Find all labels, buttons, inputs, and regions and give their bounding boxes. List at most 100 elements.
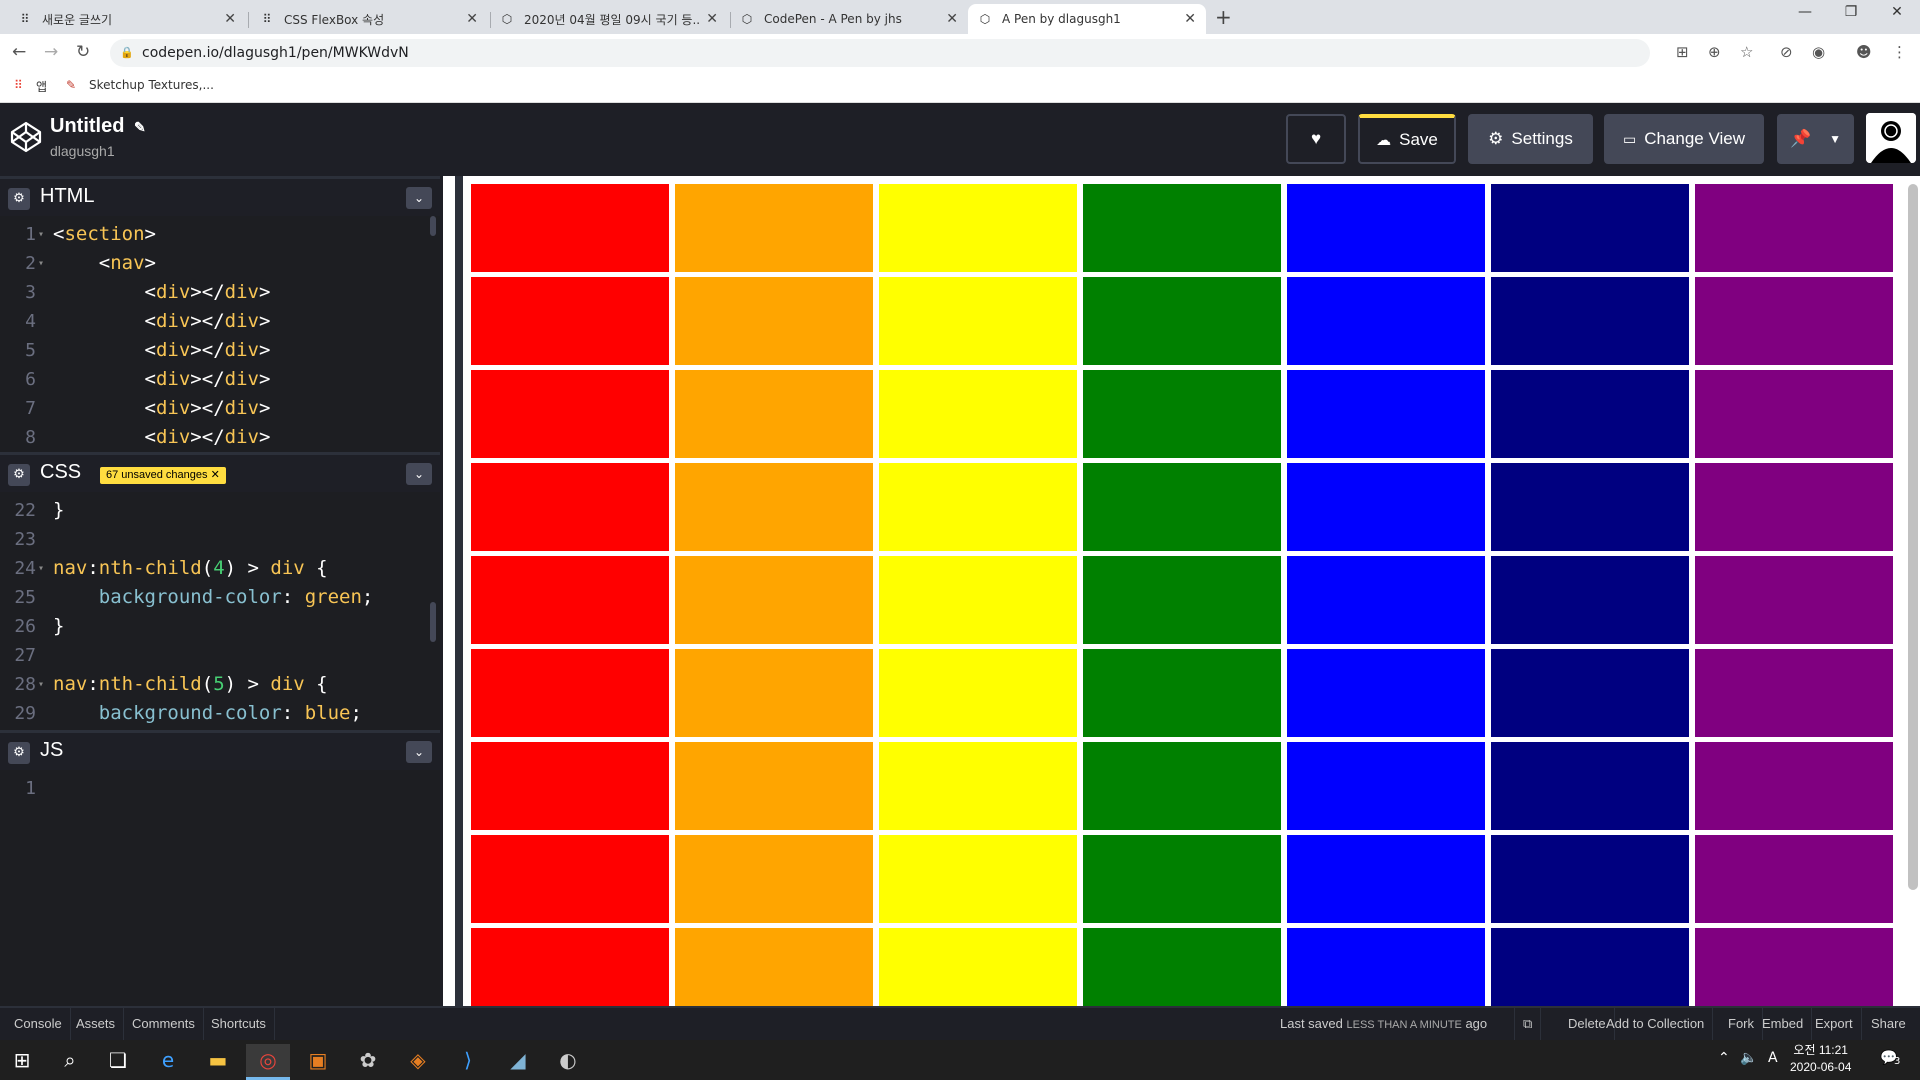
code-line[interactable]: 7 <div></div> <box>0 394 430 423</box>
browser-tab-active[interactable]: ⬡ A Pen by dlagusgh1 ✕ <box>968 4 1206 34</box>
code-line[interactable]: 23 <box>0 525 430 554</box>
forward-icon[interactable]: → <box>44 42 58 62</box>
system-clock[interactable]: 오전 11:21 2020-06-04 <box>1790 1042 1851 1076</box>
close-window-icon[interactable]: ✕ <box>1874 4 1920 20</box>
chrome-icon[interactable]: ◎ <box>246 1044 290 1080</box>
app-icon[interactable]: ▣ <box>296 1044 340 1080</box>
app-icon[interactable]: ◢ <box>496 1044 540 1080</box>
browser-tab[interactable]: ⬡ CodePen - A Pen by jhs ✕ <box>730 4 968 34</box>
windows-start-icon[interactable]: ⊞ <box>0 1044 44 1080</box>
chevron-down-icon[interactable]: ▼ <box>1829 132 1841 146</box>
close-icon[interactable]: ✕ <box>1184 11 1196 27</box>
code-line[interactable]: 27 <box>0 641 430 670</box>
tab-title: 새로운 글쓰기 <box>42 12 113 27</box>
gear-icon[interactable]: ⚙ <box>8 742 30 764</box>
speaker-muted-icon[interactable]: 🔈 <box>1740 1050 1757 1066</box>
app-icon[interactable]: ◐ <box>546 1044 590 1080</box>
browser-tab[interactable]: ⠿ CSS FlexBox 속성 ✕ <box>250 4 488 34</box>
task-view-icon[interactable]: ❏ <box>96 1044 140 1080</box>
pen-author[interactable]: dlagusgh1 <box>50 143 115 159</box>
extension-color-icon[interactable]: ◉ <box>1812 43 1825 61</box>
menu-icon[interactable]: ⋮ <box>1892 43 1907 61</box>
new-tab-button[interactable]: + <box>1215 5 1232 29</box>
save-button[interactable]: ☁ Save <box>1358 114 1456 164</box>
browser-tab[interactable]: ⠿ 새로운 글쓰기 ✕ <box>8 4 246 34</box>
code-line[interactable]: 1 <box>0 774 430 803</box>
fold-arrow-icon[interactable]: ▾ <box>38 220 44 249</box>
preview-pane[interactable] <box>455 176 1920 1006</box>
bookmark-sketchup[interactable]: Sketchup Textures,... <box>89 78 214 92</box>
like-button[interactable]: ♥ <box>1286 114 1346 164</box>
minimize-icon[interactable]: — <box>1782 4 1828 20</box>
preview-scrollbar[interactable] <box>1908 184 1918 890</box>
back-icon[interactable]: ← <box>12 42 26 62</box>
console-button[interactable]: Console <box>6 1008 71 1040</box>
export-button[interactable]: Export <box>1807 1008 1862 1040</box>
code-line[interactable]: 28 ▾ nav:nth-child(5) > div { <box>0 670 430 699</box>
code-line[interactable]: 8 <div></div> <box>0 423 430 452</box>
edge-icon[interactable]: e <box>146 1044 190 1080</box>
zoom-icon[interactable]: ⊕ <box>1708 43 1721 61</box>
comments-button[interactable]: Comments <box>124 1008 204 1040</box>
code-line[interactable]: 1 ▾ <section> <box>0 220 430 249</box>
ime-indicator[interactable]: A <box>1768 1050 1778 1066</box>
close-icon[interactable]: ✕ <box>466 11 478 27</box>
maximize-icon[interactable]: ❐ <box>1828 4 1874 20</box>
profile-icon[interactable]: ☻ <box>1856 43 1872 61</box>
html-editor-code[interactable]: 1 ▾ <section> 2 ▾ <nav> 3 <div></div> 4 <div><… <box>0 216 440 452</box>
pen-title[interactable]: Untitled ✎ <box>50 115 146 138</box>
add-to-collection-button[interactable]: Add to Collection <box>1598 1008 1714 1040</box>
codepen-logo-icon[interactable] <box>10 121 42 153</box>
close-icon[interactable]: ✕ <box>224 11 236 27</box>
browser-tab[interactable]: ⬡ 2020년 04월 평일 09시 국기 등... ✕ <box>490 4 728 34</box>
code-line[interactable]: 26} <box>0 612 430 641</box>
search-icon[interactable]: ⌕ <box>48 1044 92 1080</box>
app-icon[interactable]: ◈ <box>396 1044 440 1080</box>
css-editor-code[interactable]: 22} 23 24 ▾ nav:nth-child(4) > div {25 backg… <box>0 492 440 732</box>
code-line[interactable]: 25 background-color: green; <box>0 583 430 612</box>
code-line[interactable]: 24 ▾ nav:nth-child(4) > div { <box>0 554 430 583</box>
code-line[interactable]: 3 <div></div> <box>0 278 430 307</box>
code-line[interactable]: 29 background-color: blue; <box>0 699 430 728</box>
bookmark-apps[interactable]: 앱 <box>36 78 47 95</box>
file-explorer-icon[interactable]: ▬ <box>196 1044 240 1080</box>
app-icon[interactable]: ✿ <box>346 1044 390 1080</box>
translate-icon[interactable]: ⊞ <box>1676 43 1689 61</box>
code-line[interactable]: 6 <div></div> <box>0 365 430 394</box>
color-box <box>675 556 873 644</box>
settings-button[interactable]: ⚙ Settings <box>1468 114 1593 164</box>
fold-arrow-icon[interactable]: ▾ <box>38 670 44 699</box>
shortcuts-button[interactable]: Shortcuts <box>203 1008 275 1040</box>
gear-icon[interactable]: ⚙ <box>8 188 30 210</box>
code-line[interactable]: 22} <box>0 496 430 525</box>
reload-icon[interactable]: ↻ <box>76 42 90 62</box>
code-line[interactable]: 2 ▾ <nav> <box>0 249 430 278</box>
code-line[interactable]: 4 <div></div> <box>0 307 430 336</box>
js-editor-code[interactable]: 1 <box>0 770 440 1006</box>
chevron-down-icon[interactable]: ⌄ <box>406 741 432 763</box>
extension-icon[interactable]: ⊘ <box>1780 43 1793 61</box>
fold-arrow-icon[interactable]: ▾ <box>38 554 44 583</box>
assets-button[interactable]: Assets <box>68 1008 125 1040</box>
close-icon[interactable]: ✕ <box>706 11 718 27</box>
chevron-down-icon[interactable]: ⌄ <box>406 463 432 485</box>
code-line[interactable]: 5 <div></div> <box>0 336 430 365</box>
share-button[interactable]: Share <box>1863 1008 1914 1040</box>
change-view-button[interactable]: ▭ Change View <box>1604 114 1764 164</box>
open-external-icon[interactable]: ⧉ <box>1514 1008 1542 1040</box>
color-box <box>1491 184 1689 272</box>
gear-icon[interactable]: ⚙ <box>8 464 30 486</box>
close-icon[interactable]: ✕ <box>946 11 958 27</box>
user-avatar[interactable] <box>1866 113 1916 163</box>
star-icon[interactable]: ☆ <box>1740 43 1753 61</box>
apps-icon[interactable]: ⠿ <box>14 78 23 92</box>
chevron-down-icon[interactable]: ⌄ <box>406 187 432 209</box>
chevron-up-icon[interactable]: ⌃ <box>1718 1050 1730 1066</box>
fold-arrow-icon[interactable]: ▾ <box>38 249 44 278</box>
pin-button[interactable]: 📌 ▼ <box>1777 114 1854 164</box>
unsaved-changes-badge[interactable]: 67 unsaved changes ✕ <box>100 467 226 484</box>
embed-button[interactable]: Embed <box>1754 1008 1813 1040</box>
pencil-icon[interactable]: ✎ <box>134 119 146 135</box>
vscode-icon[interactable]: ⟩ <box>446 1044 490 1080</box>
url-bar[interactable]: 🔒 codepen.io/dlagusgh1/pen/MWKWdvN <box>110 39 1650 67</box>
